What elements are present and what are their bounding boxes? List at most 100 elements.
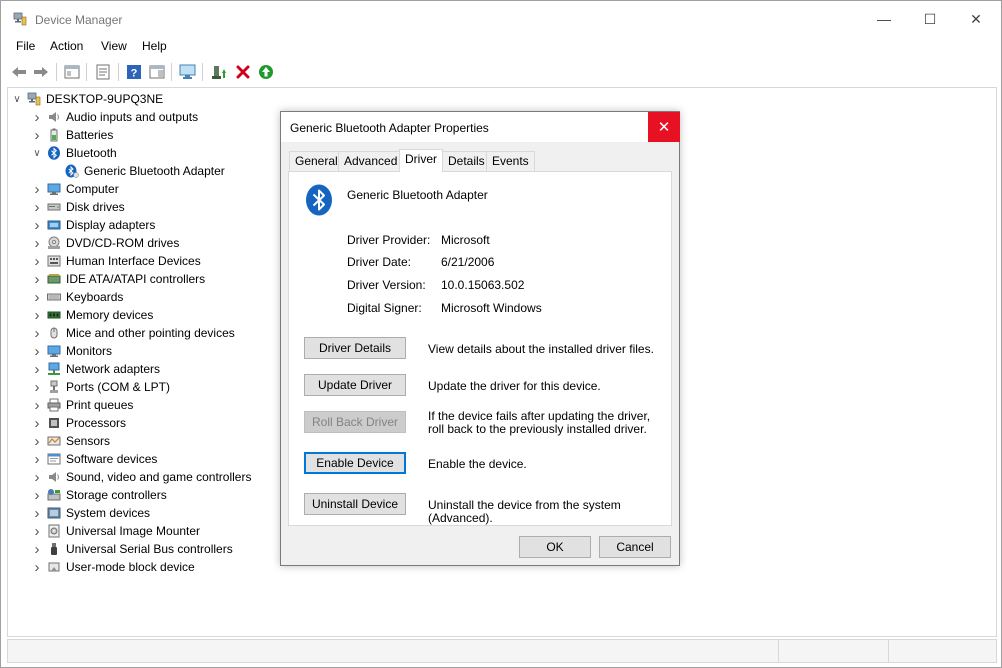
tree-item-universal-image-mounter[interactable]: › Universal Image Mounter [32, 522, 201, 540]
chevron-right-icon[interactable]: › [32, 216, 42, 234]
roll-back-driver-button[interactable]: Roll Back Driver [304, 411, 406, 433]
show-hide-console-tree-button[interactable] [63, 63, 81, 81]
title-bar[interactable]: Device Manager — ☐ ✕ [1, 1, 1001, 37]
menu-view[interactable]: View [101, 39, 127, 53]
cancel-button[interactable]: Cancel [599, 536, 671, 558]
properties-button[interactable] [94, 63, 112, 81]
bluetooth-device-icon [65, 164, 79, 178]
network-icon [47, 362, 61, 376]
chevron-right-icon[interactable]: › [32, 108, 42, 126]
tree-item-bluetooth[interactable]: ∨ Bluetooth [32, 144, 116, 162]
chevron-right-icon[interactable]: › [32, 396, 42, 414]
tree-item-label: Universal Image Mounter [66, 524, 201, 538]
uninstall-device-button[interactable]: Uninstall Device [304, 493, 406, 515]
enable-device-button[interactable]: Enable Device [304, 452, 406, 474]
chevron-right-icon[interactable]: › [32, 450, 42, 468]
chevron-right-icon[interactable]: › [32, 540, 42, 558]
back-arrow-icon [12, 67, 26, 77]
tab-details[interactable]: Details [442, 151, 491, 171]
chevron-right-icon[interactable]: › [32, 270, 42, 288]
tree-item-label: Sound, video and game controllers [66, 470, 252, 484]
printer-icon [47, 398, 61, 412]
tree-item-sound-video-and-game-controllers[interactable]: › Sound, video and game controllers [32, 468, 252, 486]
tree-item-mice-and-other-pointing-devices[interactable]: › Mice and other pointing devices [32, 324, 235, 342]
toolbar: ? [1, 59, 1001, 85]
chevron-right-icon[interactable]: › [32, 252, 42, 270]
chevron-right-icon[interactable]: › [32, 486, 42, 504]
tree-item-universal-serial-bus-controllers[interactable]: › Universal Serial Bus controllers [32, 540, 233, 558]
minimize-button[interactable]: — [861, 1, 907, 37]
chevron-right-icon[interactable]: › [32, 432, 42, 450]
tree-item-disk-drives[interactable]: › Disk drives [32, 198, 125, 216]
ok-button[interactable]: OK [519, 536, 591, 558]
tree-item-ide-ata-atapi-controllers[interactable]: › IDE ATA/ATAPI controllers [32, 270, 206, 288]
tree-item-label: Generic Bluetooth Adapter [84, 164, 225, 178]
chevron-right-icon[interactable]: › [32, 126, 42, 144]
chevron-right-icon[interactable]: › [32, 306, 42, 324]
help-button[interactable]: ? [125, 63, 143, 81]
tab-advanced[interactable]: Advanced [338, 151, 404, 171]
close-button[interactable]: ✕ [953, 1, 999, 37]
menu-help[interactable]: Help [142, 39, 167, 53]
tree-item-system-devices[interactable]: › System devices [32, 504, 151, 522]
tab-general[interactable]: General [289, 151, 344, 171]
chevron-right-icon[interactable]: › [32, 360, 42, 378]
chevron-right-icon[interactable]: › [32, 180, 42, 198]
chevron-right-icon[interactable]: › [32, 234, 42, 252]
update-driver-icon [212, 66, 226, 79]
enable-device-button[interactable] [257, 63, 275, 81]
tree-item-audio-inputs-and-outputs[interactable]: › Audio inputs and outputs [32, 108, 199, 126]
chevron-down-icon[interactable]: ∨ [12, 90, 22, 108]
dialog-title-bar[interactable]: Generic Bluetooth Adapter Properties ✕ [281, 112, 680, 142]
update-driver-button[interactable] [210, 63, 228, 81]
console-tree-icon [64, 65, 80, 79]
chevron-right-icon[interactable]: › [32, 378, 42, 396]
chevron-right-icon[interactable]: › [32, 522, 42, 540]
scan-hardware-button[interactable] [179, 63, 197, 81]
chevron-right-icon[interactable]: › [32, 342, 42, 360]
tree-item-print-queues[interactable]: › Print queues [32, 396, 134, 414]
tree-item-ports-com-lpt[interactable]: › Ports (COM & LPT) [32, 378, 171, 396]
update-driver-button[interactable]: Update Driver [304, 374, 406, 396]
uninstall-device-button[interactable] [234, 63, 252, 81]
chevron-right-icon[interactable]: › [32, 198, 42, 216]
tree-root-computer[interactable]: ∨ DESKTOP-9UPQ3NE [12, 90, 163, 108]
forward-button[interactable] [32, 63, 50, 81]
tree-item-dvd-cd-rom-drives[interactable]: › DVD/CD-ROM drives [32, 234, 180, 252]
system-device-icon [47, 506, 61, 520]
tree-item-label: Display adapters [66, 218, 156, 232]
driver-details-button[interactable]: Driver Details [304, 337, 406, 359]
chevron-right-icon[interactable]: › [32, 324, 42, 342]
chevron-down-icon[interactable]: ∨ [32, 144, 42, 162]
tree-item-batteries[interactable]: › Batteries [32, 126, 114, 144]
menu-action[interactable]: Action [50, 39, 83, 53]
tree-item-storage-controllers[interactable]: › Storage controllers [32, 486, 167, 504]
chevron-right-icon[interactable]: › [32, 468, 42, 486]
maximize-button[interactable]: ☐ [907, 1, 953, 37]
back-button[interactable] [10, 63, 28, 81]
chevron-right-icon[interactable]: › [32, 558, 42, 576]
chevron-right-icon[interactable]: › [32, 414, 42, 432]
digital-signer-value: Microsoft Windows [441, 301, 542, 315]
tree-item-keyboards[interactable]: › Keyboards [32, 288, 124, 306]
tab-events[interactable]: Events [486, 151, 535, 171]
tree-item-memory-devices[interactable]: › Memory devices [32, 306, 154, 324]
tab-driver[interactable]: Driver [399, 149, 443, 172]
status-divider [888, 640, 889, 662]
tree-item-software-devices[interactable]: › Software devices [32, 450, 158, 468]
menu-file[interactable]: File [16, 39, 35, 53]
dialog-close-button[interactable]: ✕ [648, 112, 680, 142]
tree-item-monitors[interactable]: › Monitors [32, 342, 113, 360]
chevron-right-icon[interactable]: › [32, 288, 42, 306]
show-hide-action-pane-button[interactable] [148, 63, 166, 81]
tree-item-display-adapters[interactable]: › Display adapters [32, 216, 156, 234]
tree-item-computer[interactable]: › Computer [32, 180, 119, 198]
tree-item-network-adapters[interactable]: › Network adapters [32, 360, 161, 378]
tree-item-sensors[interactable]: › Sensors [32, 432, 111, 450]
tree-item-generic-bluetooth-adapter[interactable]: Generic Bluetooth Adapter [50, 162, 225, 180]
tree-item-human-interface-devices[interactable]: › Human Interface Devices [32, 252, 201, 270]
tree-item-processors[interactable]: › Processors [32, 414, 127, 432]
driver-tab-panel: Generic Bluetooth Adapter Driver Provide… [288, 171, 672, 526]
chevron-right-icon[interactable]: › [32, 504, 42, 522]
tree-item-user-mode-block-device[interactable]: › User-mode block device [32, 558, 195, 576]
